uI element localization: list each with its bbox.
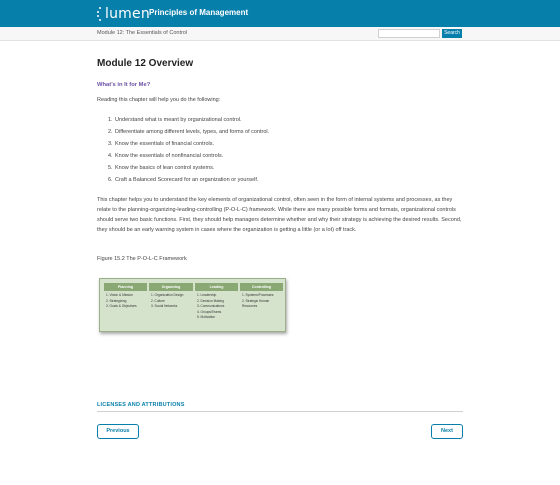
logo-dots-icon <box>97 6 103 22</box>
item-text: Know the essentials of nonfinancial cont… <box>115 153 224 160</box>
intro-text: Reading this chapter will help you do th… <box>97 97 221 103</box>
list-item: 5. Know the basics of lean control system… <box>108 165 269 177</box>
item-number: 3. <box>108 141 113 148</box>
figure-column-header: Leading <box>195 283 238 291</box>
logo-text: lumen <box>105 5 150 22</box>
lumen-logo[interactable]: lumen <box>97 5 150 22</box>
item-text: Know the essentials of financial control… <box>115 141 215 148</box>
figure-item: 3. Goals & Objectives <box>106 304 137 308</box>
item-number: 5. <box>108 165 113 172</box>
item-text: Craft a Balanced Scorecard for an organi… <box>115 177 259 184</box>
figure-column-header: Controlling <box>240 283 283 291</box>
breadcrumb[interactable]: Module 12: The Essentials of Control <box>97 30 187 36</box>
learning-objectives-list: 1. Understand what is meant by organizati… <box>108 117 269 190</box>
search-button[interactable]: Search <box>442 29 462 38</box>
figure-column-planning: Planning 1. Vision & Mission 2. Strategi… <box>104 283 147 330</box>
figure-item: 3. Social Networks <box>151 304 178 308</box>
item-number: 4. <box>108 153 113 160</box>
polc-framework-figure: Planning 1. Vision & Mission 2. Strategi… <box>99 278 286 332</box>
list-item: 2. Differentiate among different levels, … <box>108 129 269 141</box>
figure-column-header: Organizing <box>149 283 193 291</box>
previous-button[interactable]: Previous <box>97 424 139 439</box>
list-item: 6. Craft a Balanced Scorecard for an orga… <box>108 177 269 189</box>
next-button[interactable]: Next <box>431 424 463 439</box>
figure-column-organizing: Organizing 1. Organization Design 2. Cul… <box>149 283 193 330</box>
figure-item: Resources <box>242 304 258 308</box>
figure-column-header: Planning <box>104 283 147 291</box>
book-title[interactable]: Principles of Management <box>149 8 248 17</box>
breadcrumb-bar: Module 12: The Essentials of Control Sea… <box>0 27 560 41</box>
body-paragraph: This chapter helps you to understand the… <box>97 197 462 233</box>
list-item: 4. Know the essentials of nonfinancial co… <box>108 153 269 165</box>
figure-column-controlling: Controlling 1. Systems/Processes 2. Stra… <box>240 283 283 330</box>
item-number: 6. <box>108 177 113 184</box>
page-title: Module 12 Overview <box>97 58 194 69</box>
licenses-attributions-toggle[interactable]: LICENSES AND ATTRIBUTIONS <box>97 402 185 408</box>
figure-column-leading: Leading 1. Leadership 2. Decision Making… <box>195 283 238 330</box>
top-header-bar: lumen Principles of Management <box>0 0 560 27</box>
item-text: Know the basics of lean control systems. <box>115 165 215 172</box>
item-number: 1. <box>108 117 113 123</box>
item-text: Differentiate among different levels, ty… <box>115 129 270 136</box>
figure-caption: Figure 15.2 The P-O-L-C Framework <box>97 256 187 262</box>
section-heading: What’s in It for Me? <box>97 82 151 88</box>
divider <box>97 411 463 412</box>
list-item: 1. Understand what is meant by organizati… <box>108 117 269 129</box>
search-input[interactable] <box>378 29 440 38</box>
main-content: Module 12 Overview <box>97 58 463 69</box>
item-text: Understand what is meant by organization… <box>115 117 242 123</box>
figure-item: 5. Motivation <box>197 315 216 319</box>
item-number: 2. <box>108 129 113 136</box>
list-item: 3. Know the essentials of financial contr… <box>108 141 269 153</box>
